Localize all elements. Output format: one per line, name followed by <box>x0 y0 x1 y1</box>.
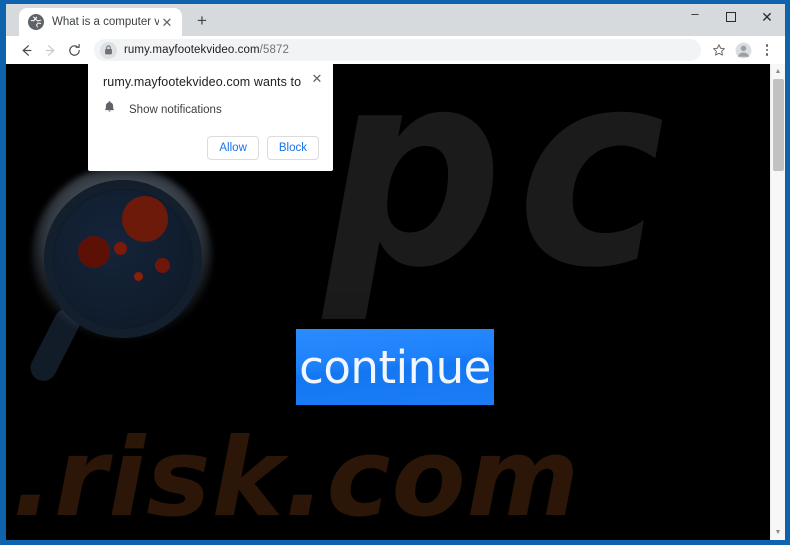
page-scrollbar[interactable]: ▲ ▼ <box>770 64 785 540</box>
magnifying-glass-virus-illustration <box>18 162 248 397</box>
dialog-actions: Allow Block <box>103 136 319 160</box>
page-viewport: pc .risk.com continue ✕ rumy.mayfootekvi… <box>6 64 785 540</box>
block-button[interactable]: Block <box>266 136 319 160</box>
watermark-bottom: .risk.com <box>12 416 581 540</box>
permission-row: Show notifications <box>103 100 319 119</box>
url-path: /5872 <box>259 44 289 56</box>
notification-permission-dialog: ✕ rumy.mayfootekvideo.com wants to Show … <box>88 64 333 171</box>
germ-dot <box>155 258 170 273</box>
germ-dot <box>114 242 127 255</box>
germ-dot <box>134 272 143 281</box>
tab-strip: What is a computer virus ✕ + – ✕ <box>6 4 785 36</box>
reload-icon[interactable] <box>62 38 86 62</box>
url-domain: rumy.mayfootekvideo.com <box>124 44 260 56</box>
tab-close-icon[interactable]: ✕ <box>159 14 175 30</box>
watermark-top: pc <box>324 64 680 327</box>
scrollbar-thumb[interactable] <box>772 79 784 171</box>
continue-button-label: continue <box>299 340 491 394</box>
address-bar[interactable]: rumy.mayfootekvideo.com/5872 <box>94 39 701 61</box>
close-window-button[interactable]: ✕ <box>749 4 785 30</box>
bell-icon <box>103 100 116 119</box>
new-tab-button[interactable]: + <box>188 7 216 35</box>
dialog-close-icon[interactable]: ✕ <box>309 70 325 86</box>
allow-button[interactable]: Allow <box>207 136 259 160</box>
three-dot-menu-icon[interactable] <box>755 38 779 62</box>
minimize-button[interactable]: – <box>677 4 713 30</box>
window-controls: – ✕ <box>677 4 785 30</box>
scroll-down-arrow-icon[interactable]: ▼ <box>771 525 786 540</box>
continue-button[interactable]: continue <box>296 329 494 405</box>
scrollbar-track[interactable] <box>771 79 786 525</box>
url-text: rumy.mayfootekvideo.com/5872 <box>124 44 289 56</box>
web-page-content: pc .risk.com continue ✕ rumy.mayfootekvi… <box>6 64 770 540</box>
scroll-up-arrow-icon[interactable]: ▲ <box>771 64 786 79</box>
maximize-button[interactable] <box>713 4 749 30</box>
bookmark-star-icon[interactable] <box>707 38 731 62</box>
browser-toolbar: rumy.mayfootekvideo.com/5872 <box>6 36 785 64</box>
germ-dot <box>78 236 110 268</box>
browser-tab[interactable]: What is a computer virus ✕ <box>19 8 182 36</box>
permission-label: Show notifications <box>129 103 222 116</box>
forward-icon[interactable] <box>38 38 62 62</box>
lock-icon <box>100 41 117 59</box>
profile-avatar[interactable] <box>731 38 755 62</box>
magnifier-lens <box>54 190 192 328</box>
dialog-title: rumy.mayfootekvideo.com wants to <box>103 75 302 89</box>
germ-dot <box>122 196 168 242</box>
back-icon[interactable] <box>14 38 38 62</box>
tab-title: What is a computer virus <box>52 16 159 28</box>
globe-icon <box>28 14 44 30</box>
browser-window: What is a computer virus ✕ + – ✕ <box>0 0 790 545</box>
